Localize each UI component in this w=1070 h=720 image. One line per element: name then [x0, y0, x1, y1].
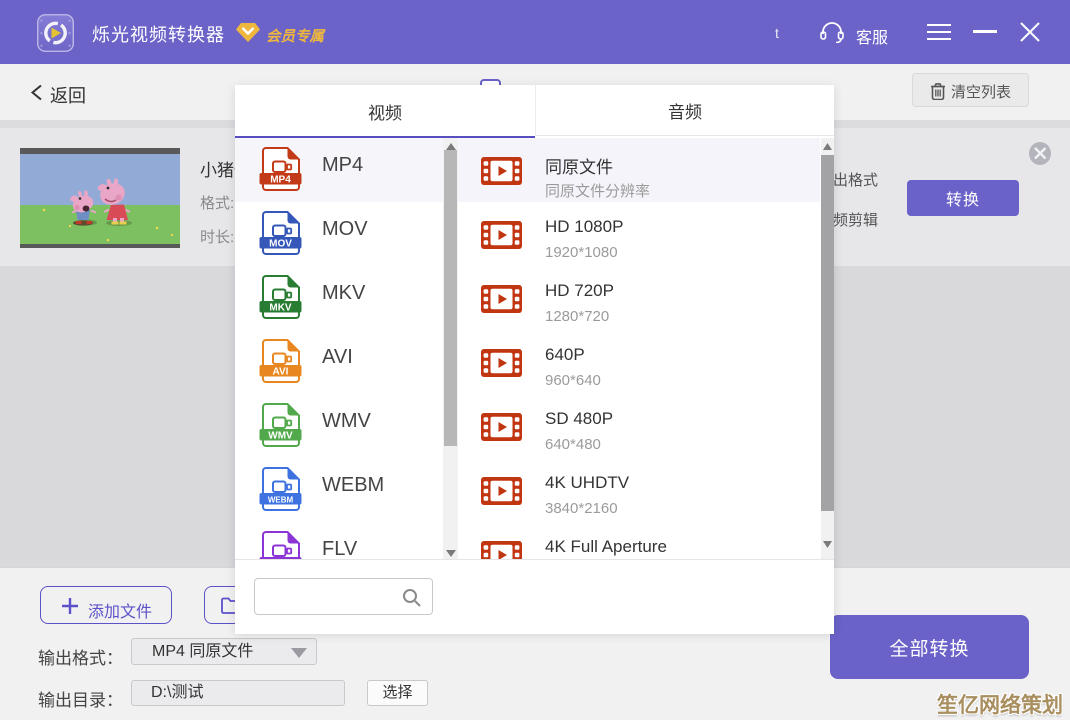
svg-text:MKV: MKV [269, 303, 292, 314]
svg-text:MOV: MOV [269, 239, 292, 250]
svg-text:WMV: WMV [268, 431, 293, 442]
svg-text:MP4: MP4 [270, 175, 291, 186]
svg-text:WEBM: WEBM [268, 496, 294, 505]
svg-text:AVI: AVI [273, 367, 289, 378]
